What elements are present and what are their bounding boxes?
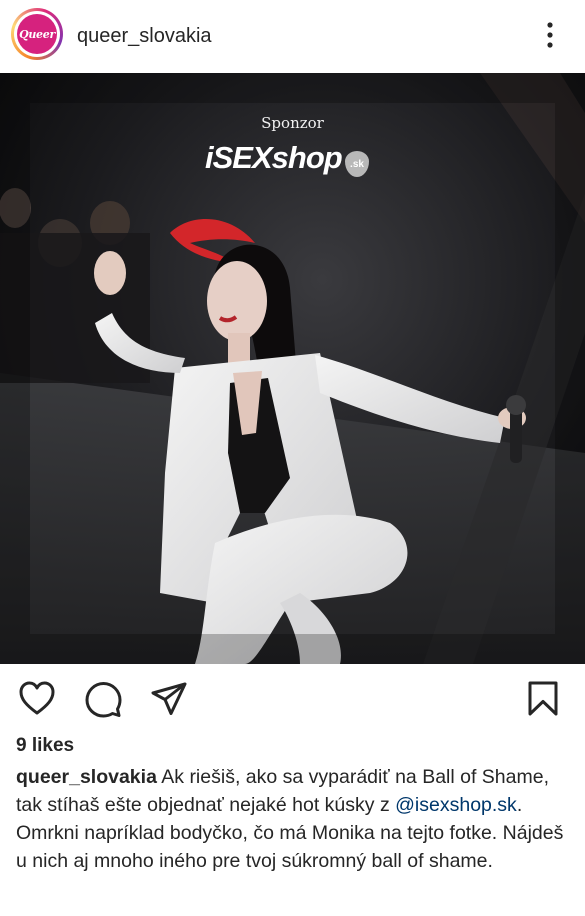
photo-sponsor-label: Sponzor <box>261 114 324 132</box>
photo-brand-logo: iSEXshop <box>205 140 343 175</box>
heart-icon[interactable] <box>18 680 56 718</box>
caption-mention-link[interactable]: @isexshop.sk <box>395 794 517 816</box>
send-icon[interactable] <box>150 680 188 718</box>
action-bar <box>0 680 585 720</box>
more-vertical-icon[interactable] <box>538 20 562 50</box>
caption-username[interactable]: queer_slovakia <box>16 766 157 788</box>
likes-count[interactable]: 9 likes <box>16 735 74 757</box>
post-caption: queer_slovakia Ak riešiš, ako sa vyparád… <box>16 763 576 875</box>
comment-icon[interactable] <box>84 680 122 718</box>
post-username[interactable]: queer_slovakia <box>77 25 212 48</box>
avatar-logo-text: Queer <box>19 27 55 41</box>
avatar-logo: Queer <box>17 14 57 54</box>
post-header: Queer queer_slovakia <box>0 0 585 72</box>
avatar[interactable]: Queer <box>11 8 63 60</box>
bookmark-icon[interactable] <box>524 680 562 718</box>
post-photo[interactable]: Sponzor iSEXshop .sk <box>0 73 585 664</box>
